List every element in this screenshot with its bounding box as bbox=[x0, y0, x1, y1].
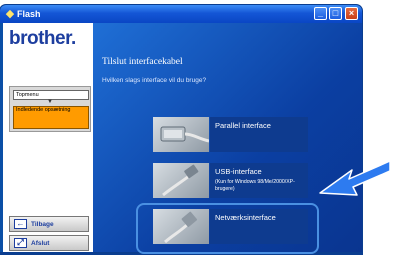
parallel-cable-image bbox=[153, 117, 210, 152]
minimize-button[interactable]: _ bbox=[314, 7, 327, 20]
close-button[interactable]: × bbox=[345, 7, 358, 20]
title-bar[interactable]: ◆ Flash _ □ × bbox=[0, 5, 362, 23]
sidebar: brother. Topmenu ▼ Indledende opsætning … bbox=[3, 23, 93, 252]
usb-interface-label-box: USB-interface (Kun for Windows 98/Me/200… bbox=[210, 163, 308, 198]
usb-interface-title: USB-interface bbox=[215, 167, 262, 176]
usb-interface-subtitle: (Kun for Windows 98/Me/2000/XP-brugere) bbox=[215, 179, 295, 192]
exit-button[interactable]: ⤢ Afslut bbox=[9, 235, 89, 251]
back-arrow-icon: ← bbox=[14, 219, 27, 229]
parallel-interface-label-box: Parallel interface bbox=[210, 117, 308, 152]
parallel-interface-option[interactable]: Parallel interface bbox=[153, 117, 308, 152]
maximize-button[interactable]: □ bbox=[329, 7, 342, 20]
network-option-highlight bbox=[136, 203, 319, 254]
logo-text: brother bbox=[9, 28, 71, 49]
flash-icon: ◆ bbox=[5, 8, 15, 20]
brother-logo: brother. bbox=[9, 28, 76, 49]
menu-navigation: Topmenu ▼ Indledende opsætning bbox=[9, 86, 91, 132]
parallel-interface-title: Parallel interface bbox=[215, 121, 271, 130]
back-button-label: Tilbage bbox=[31, 221, 54, 228]
page-title: Tilslut interfacekabel bbox=[102, 57, 183, 67]
back-button[interactable]: ← Tilbage bbox=[9, 216, 89, 232]
window-title: Flash bbox=[17, 9, 41, 19]
menu-item-indledende-opsaetning[interactable]: Indledende opsætning bbox=[13, 106, 89, 129]
usb-interface-option[interactable]: USB-interface (Kun for Windows 98/Me/200… bbox=[153, 163, 308, 198]
usb-cable-image bbox=[153, 163, 209, 198]
arrow-down-icon: ▼ bbox=[47, 99, 53, 105]
exit-button-label: Afslut bbox=[31, 240, 50, 247]
exit-icon: ⤢ bbox=[14, 238, 27, 248]
pointer-arrow-icon bbox=[319, 160, 391, 196]
page-question: Hvilken slags interface vil du bruge? bbox=[102, 77, 207, 84]
